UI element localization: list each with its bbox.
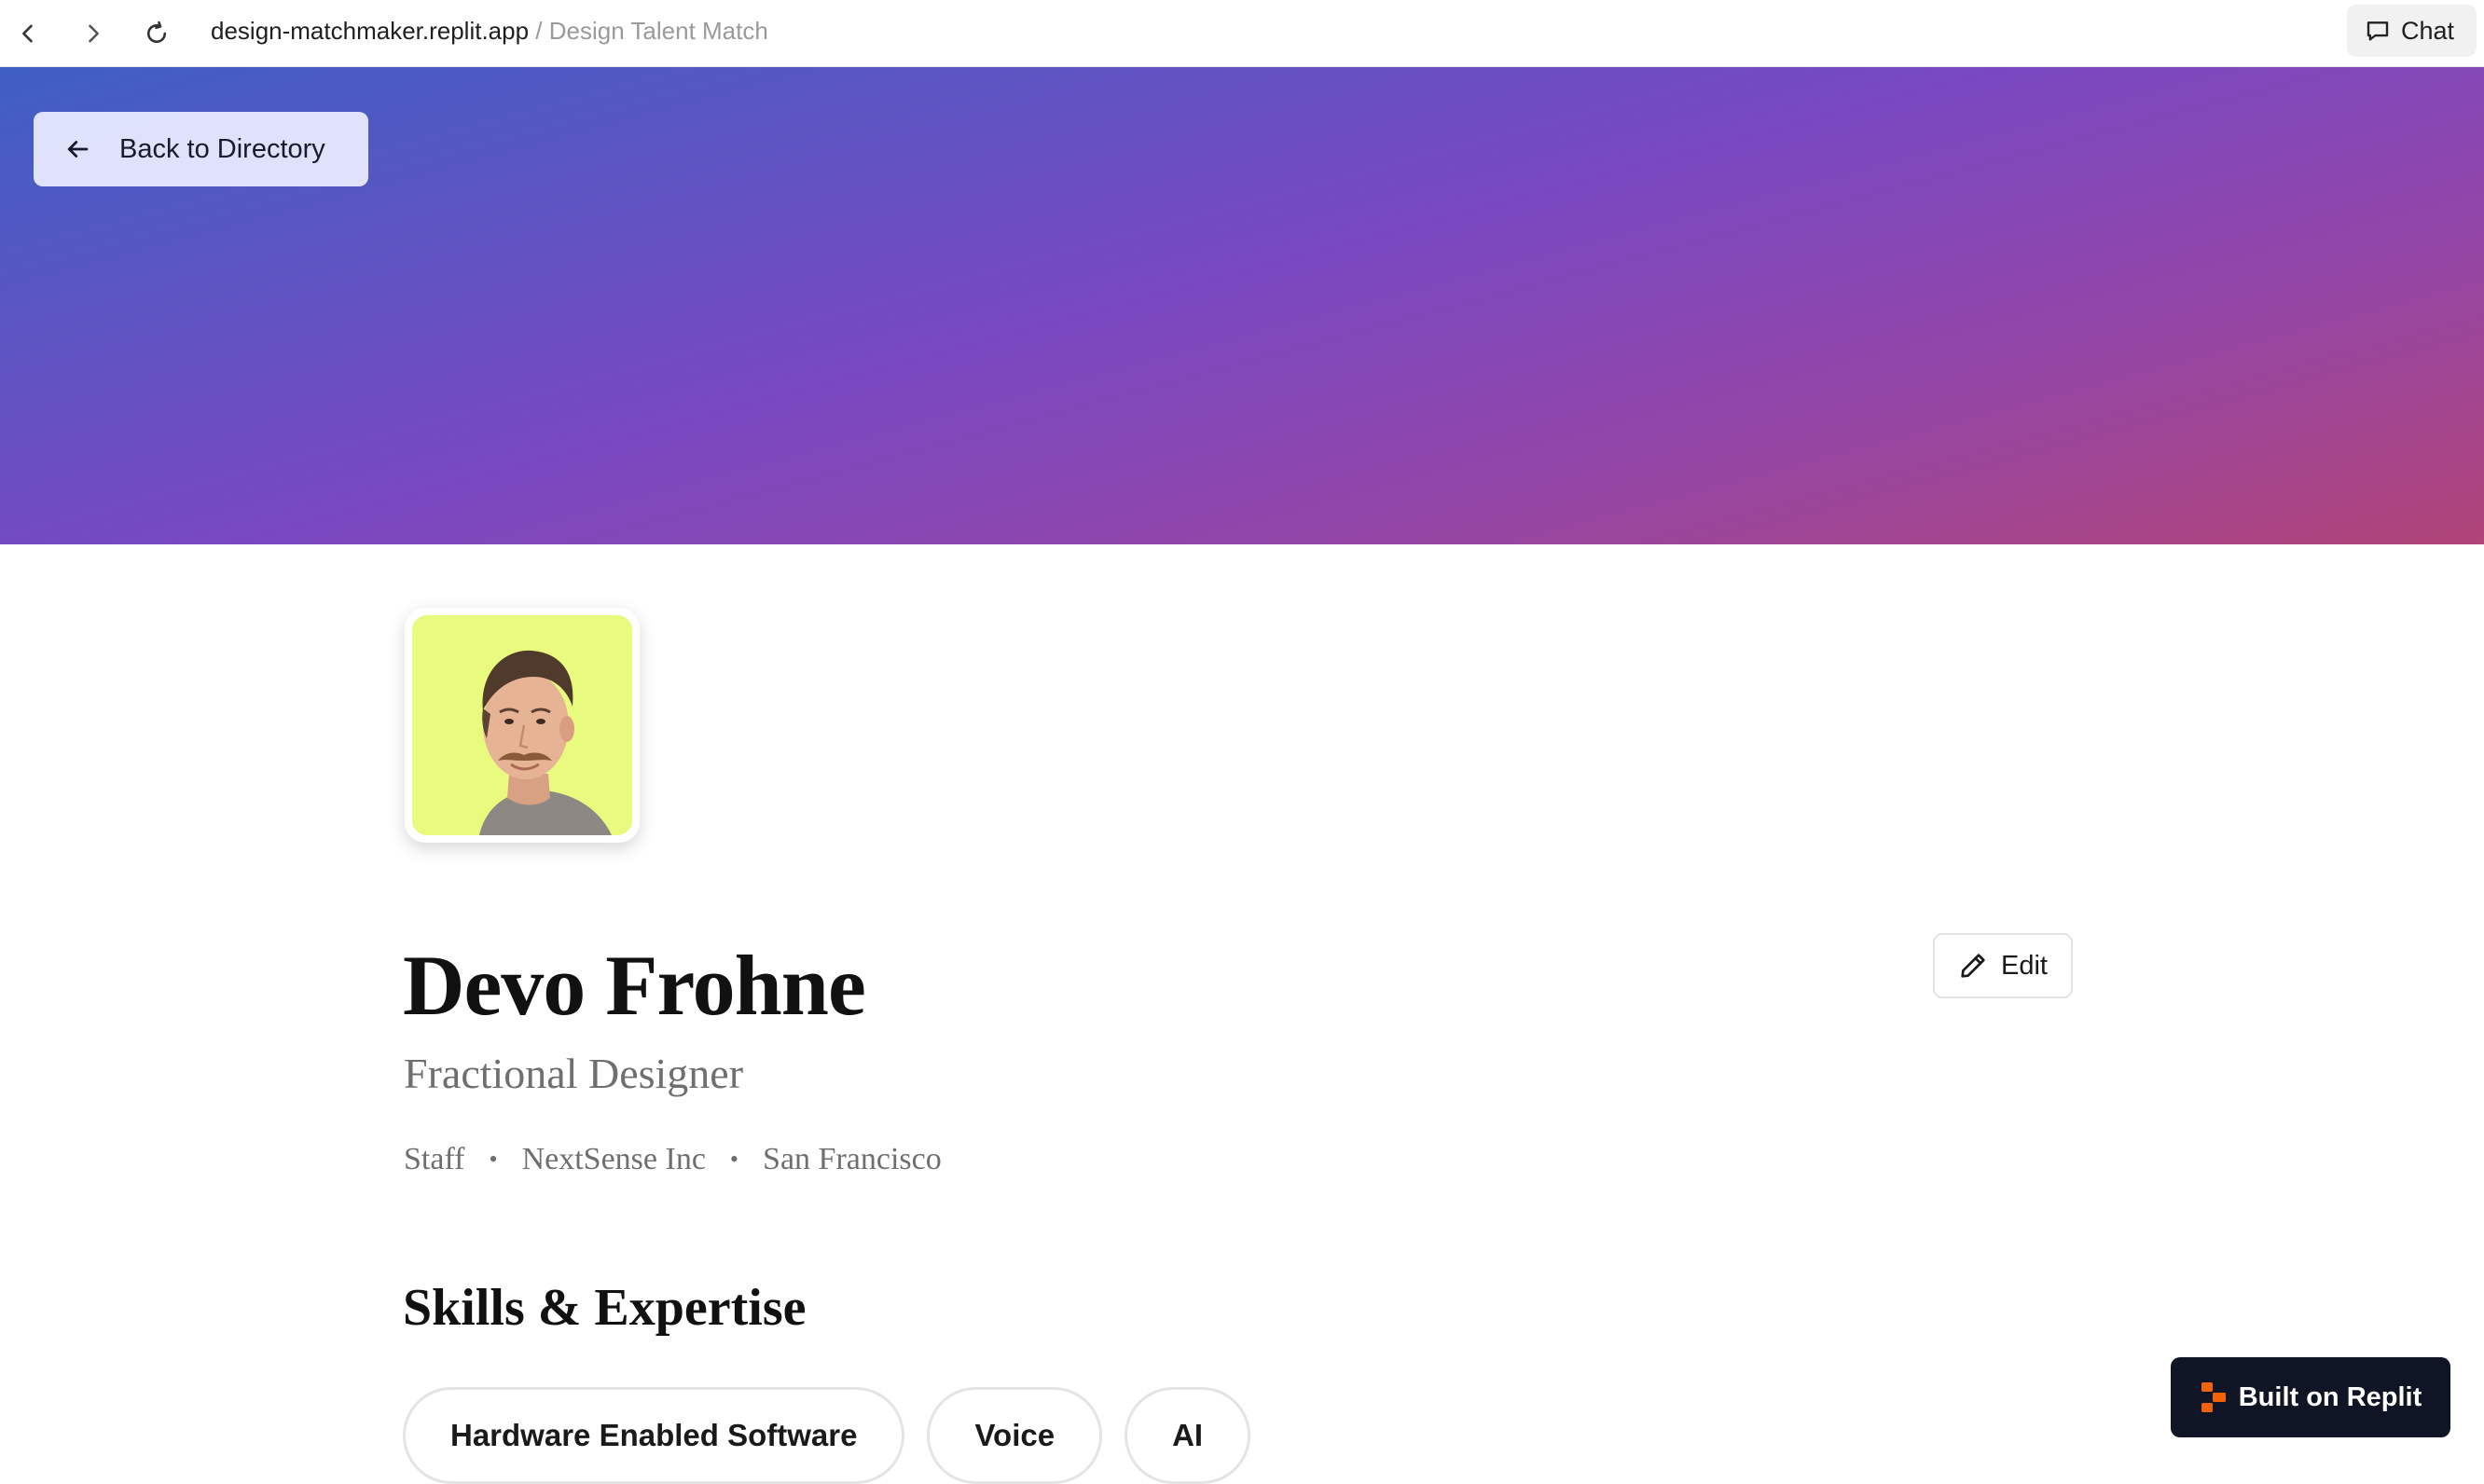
meta-separator: •: [489, 1146, 498, 1173]
profile-level: Staff: [404, 1142, 465, 1176]
chat-label: Chat: [2400, 16, 2454, 45]
reload-icon: [146, 21, 167, 44]
chat-button[interactable]: Chat: [2346, 5, 2477, 57]
browser-forward-button[interactable]: [73, 13, 114, 54]
skills-section-title: Skills & Expertise: [403, 1279, 807, 1337]
chat-bubble-icon: [2367, 21, 2389, 41]
back-label: Back to Directory: [119, 133, 325, 164]
skill-chip: Voice: [927, 1387, 1103, 1484]
chevron-left-icon: [22, 24, 33, 43]
avatar: [405, 608, 640, 843]
edit-label: Edit: [2001, 950, 2048, 981]
profile-cover-banner: Back to Directory: [0, 67, 2484, 544]
person-portrait-icon: [412, 615, 632, 835]
chevron-right-icon: [89, 24, 99, 43]
pencil-icon: [1961, 954, 1985, 978]
browser-reload-button[interactable]: [136, 13, 177, 54]
profile-role: Fractional Designer: [404, 1050, 744, 1097]
back-to-directory-button[interactable]: Back to Directory: [34, 112, 368, 186]
skills-list: Hardware Enabled Software Voice AI: [403, 1387, 1251, 1484]
url-host: design-matchmaker.replit.app: [211, 17, 530, 45]
badge-label: Built on Replit: [2238, 1381, 2422, 1412]
profile-meta: Staff • NextSense Inc • San Francisco: [404, 1139, 942, 1180]
profile-location: San Francisco: [763, 1142, 942, 1176]
edit-profile-button[interactable]: Edit: [1933, 933, 2073, 998]
profile-company: NextSense Inc: [521, 1142, 706, 1176]
url-separator: /: [529, 17, 549, 45]
browser-toolbar: design-matchmaker.replit.app / Design Ta…: [0, 0, 2484, 67]
browser-back-button[interactable]: [7, 13, 48, 54]
replit-logo-icon: [2201, 1382, 2226, 1412]
skill-chip: Hardware Enabled Software: [403, 1387, 905, 1484]
avatar-photo: [412, 615, 632, 835]
meta-separator: •: [729, 1146, 739, 1173]
skill-chip: AI: [1125, 1387, 1251, 1484]
profile-name: Devo Frohne: [403, 938, 866, 1033]
url-page-title: Design Talent Match: [548, 17, 768, 45]
address-bar[interactable]: design-matchmaker.replit.app / Design Ta…: [211, 15, 768, 47]
built-on-replit-badge[interactable]: Built on Replit: [2171, 1357, 2450, 1437]
arrow-left-icon: [67, 141, 89, 158]
